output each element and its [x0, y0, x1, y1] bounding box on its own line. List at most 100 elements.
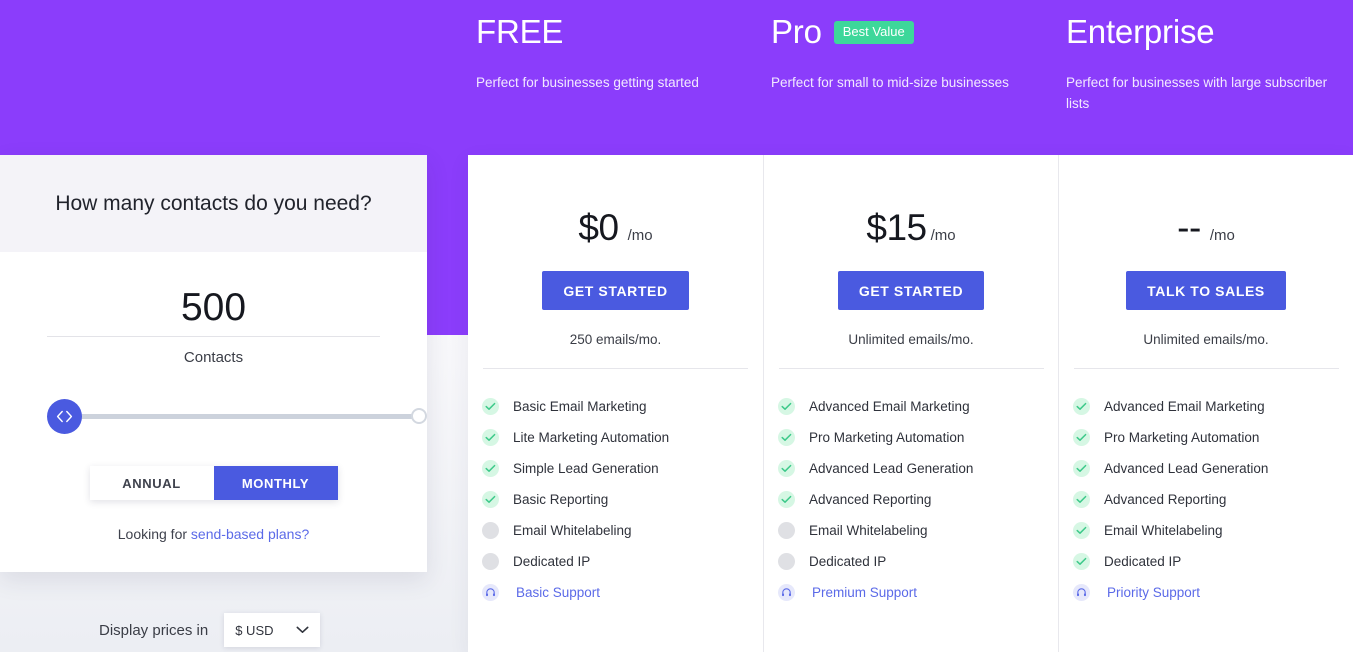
price-amount-pro: $15 — [866, 207, 927, 248]
feature-label: Advanced Lead Generation — [1104, 461, 1269, 476]
support-row[interactable]: Premium Support — [778, 577, 1058, 608]
check-icon — [1073, 398, 1090, 415]
calculator-heading: How many contacts do you need? — [55, 191, 372, 215]
hero-header-pro: Pro Best Value Perfect for small to mid-… — [771, 0, 1056, 155]
check-icon — [482, 491, 499, 508]
chevron-down-icon — [296, 621, 309, 639]
feature-label: Lite Marketing Automation — [513, 430, 670, 445]
slider-track[interactable] — [77, 414, 422, 419]
check-icon — [482, 429, 499, 446]
feature-row: Dedicated IP — [778, 546, 1058, 577]
check-icon — [778, 429, 795, 446]
support-row[interactable]: Basic Support — [482, 577, 763, 608]
check-icon — [778, 398, 795, 415]
get-started-button-pro[interactable]: GET STARTED — [837, 271, 985, 310]
price-period-free: /mo — [627, 227, 653, 244]
feature-label: Advanced Email Marketing — [1104, 399, 1265, 414]
slider-max-marker[interactable] — [411, 408, 427, 424]
price-period-pro: /mo — [930, 227, 956, 244]
support-label: Basic Support — [516, 585, 601, 600]
feature-row: Advanced Email Marketing — [778, 391, 1058, 422]
feature-label: Dedicated IP — [513, 554, 591, 569]
plan-tagline-pro: Perfect for small to mid-size businesses — [771, 75, 1009, 90]
plan-tagline-free: Perfect for businesses getting started — [476, 75, 699, 90]
hero-header-enterprise: Enterprise Perfect for businesses with l… — [1066, 0, 1353, 155]
feature-label: Dedicated IP — [809, 554, 887, 569]
feature-list-enterprise: Advanced Email Marketing Pro Marketing A… — [1059, 369, 1353, 608]
feature-label: Email Whitelabeling — [513, 523, 632, 538]
feature-label: Dedicated IP — [1104, 554, 1182, 569]
plan-name-pro: Pro — [771, 13, 822, 50]
feature-label: Advanced Reporting — [809, 492, 932, 507]
feature-row: Basic Email Marketing — [482, 391, 763, 422]
hero-header-free: FREE Perfect for businesses getting star… — [476, 0, 761, 155]
feature-label: Email Whitelabeling — [809, 523, 928, 538]
price-amount-free: $0 — [578, 207, 619, 248]
feature-list-free: Basic Email Marketing Lite Marketing Aut… — [468, 369, 763, 608]
unavailable-icon — [482, 553, 499, 570]
plan-card-enterprise: -- /mo TALK TO SALES Unlimited emails/mo.… — [1058, 155, 1353, 652]
headset-icon — [778, 584, 795, 601]
price-block-enterprise: -- /mo TALK TO SALES Unlimited emails/mo. — [1059, 155, 1353, 347]
send-based-plans-link[interactable]: send-based plans? — [191, 526, 309, 542]
feature-row: Pro Marketing Automation — [778, 422, 1058, 453]
currency-label: Display prices in — [99, 621, 209, 639]
billing-option-annual[interactable]: ANNUAL — [90, 466, 214, 500]
feature-row: Advanced Lead Generation — [778, 453, 1058, 484]
talk-to-sales-button[interactable]: TALK TO SALES — [1126, 271, 1286, 310]
check-icon — [778, 491, 795, 508]
price-block-pro: $15/mo GET STARTED Unlimited emails/mo. — [764, 155, 1058, 347]
feature-label: Email Whitelabeling — [1104, 523, 1223, 538]
slider-handle[interactable] — [47, 399, 82, 434]
feature-label: Advanced Email Marketing — [809, 399, 970, 414]
feature-label: Basic Email Marketing — [513, 399, 647, 414]
currency-row: Display prices in $ USD — [99, 613, 321, 647]
feature-row: Simple Lead Generation — [482, 453, 763, 484]
unavailable-icon — [778, 522, 795, 539]
feature-row: Pro Marketing Automation — [1073, 422, 1353, 453]
price-free: $0/mo — [468, 207, 763, 249]
hero-plan-headers: FREE Perfect for businesses getting star… — [0, 0, 1353, 155]
price-enterprise: -- /mo — [1059, 207, 1353, 249]
headset-icon — [1073, 584, 1090, 601]
contacts-unit-label: Contacts — [183, 349, 244, 366]
currency-select[interactable]: $ USD — [224, 613, 321, 647]
feature-row: Dedicated IP — [1073, 546, 1353, 577]
contacts-calculator-card: How many contacts do you need? 500 Conta… — [0, 155, 427, 572]
send-based-prefix: Looking for — [117, 526, 191, 542]
price-period-enterprise: /mo — [1209, 227, 1235, 244]
get-started-button-free[interactable]: GET STARTED — [542, 271, 689, 310]
support-label: Priority Support — [1107, 585, 1201, 600]
feature-label: Simple Lead Generation — [513, 461, 659, 476]
feature-row: Basic Reporting — [482, 484, 763, 515]
feature-row: Lite Marketing Automation — [482, 422, 763, 453]
plan-tagline-enterprise: Perfect for businesses with large subscr… — [1066, 75, 1328, 111]
emails-allowance-pro: Unlimited emails/mo. — [848, 332, 974, 347]
feature-row: Email Whitelabeling — [1073, 515, 1353, 546]
price-amount-enterprise: -- — [1177, 207, 1201, 248]
plan-name-enterprise: Enterprise — [1066, 13, 1215, 50]
check-icon — [482, 460, 499, 477]
contacts-slider[interactable] — [47, 396, 427, 436]
feature-list-pro: Advanced Email Marketing Pro Marketing A… — [764, 369, 1058, 608]
price-block-free: $0/mo GET STARTED 250 emails/mo. — [468, 155, 763, 347]
hero-strip — [427, 155, 468, 335]
support-row[interactable]: Priority Support — [1073, 577, 1353, 608]
check-icon — [1073, 429, 1090, 446]
billing-option-monthly[interactable]: MONTHLY — [213, 466, 338, 500]
check-icon — [1073, 522, 1090, 539]
feature-label: Basic Reporting — [513, 492, 609, 507]
feature-label: Pro Marketing Automation — [809, 430, 965, 445]
plan-name-free: FREE — [476, 13, 564, 50]
calculator-header: How many contacts do you need? — [0, 155, 427, 252]
support-label: Premium Support — [812, 585, 918, 600]
plan-cards: $0/mo GET STARTED 250 emails/mo. Basic E… — [468, 155, 1353, 652]
headset-icon — [482, 584, 499, 601]
feature-row: Advanced Lead Generation — [1073, 453, 1353, 484]
pricing-page: FREE Perfect for businesses getting star… — [0, 0, 1353, 652]
calculator-body: 500 Contacts ANNUAL MONTHLY Looking for … — [0, 252, 427, 542]
billing-period-toggle[interactable]: ANNUAL MONTHLY — [89, 466, 338, 500]
plan-card-pro: $15/mo GET STARTED Unlimited emails/mo. … — [763, 155, 1058, 652]
unavailable-icon — [482, 522, 499, 539]
send-based-plans-note: Looking for send-based plans? — [47, 526, 380, 542]
